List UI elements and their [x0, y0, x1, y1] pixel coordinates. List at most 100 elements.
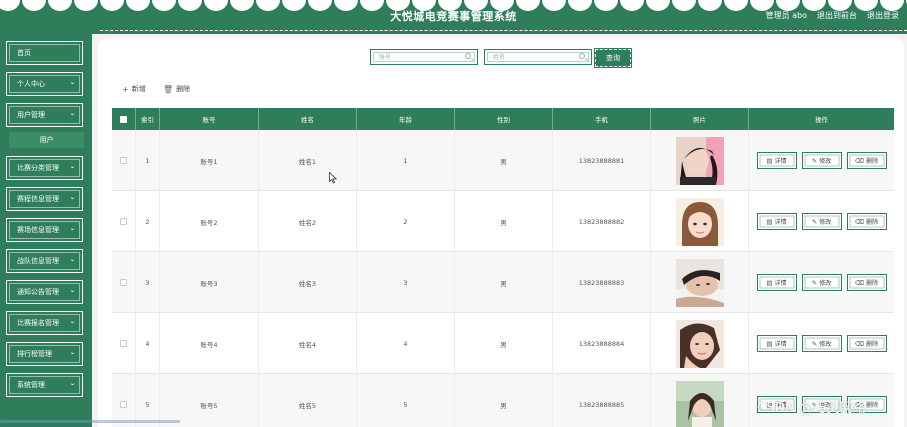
user-photo[interactable] — [675, 380, 724, 427]
delete-button[interactable]: ⌫ 删除 — [846, 152, 887, 169]
sidebar-subitem-users[interactable]: 用户 — [9, 132, 84, 148]
select-all-checkbox[interactable] — [120, 115, 127, 123]
user-photo[interactable] — [675, 136, 724, 185]
operation-cell: ▤ 详情 ✎ 修改 ⌫ 删除 — [749, 130, 894, 191]
name-search-input[interactable] — [493, 52, 573, 62]
trash-icon: ⌫ — [854, 217, 865, 226]
sidebar-item-notice[interactable]: 通知公告管理 ⌄ — [6, 280, 83, 304]
user-photo[interactable] — [675, 319, 724, 368]
sidebar-item-label: 比赛分类管理 — [17, 164, 59, 172]
header-user-area: 管理员 abo 退出到前台 退出登录 — [766, 10, 899, 21]
row-select-cell — [112, 130, 136, 191]
delete-button-label: 删除 — [866, 219, 879, 226]
row-checkbox[interactable] — [120, 157, 127, 164]
chevron-down-icon: ⌄ — [68, 163, 77, 170]
account-cell: 账号4 — [160, 313, 259, 374]
edit-button-label: 修改 — [819, 341, 832, 348]
name-cell: 姓名5 — [259, 374, 357, 427]
account-search-field[interactable] — [370, 49, 478, 65]
sidebar-item-schedule[interactable]: 赛程信息管理 ⌄ — [6, 187, 83, 211]
edit-button[interactable]: ✎ 修改 — [801, 213, 842, 230]
column-header-phone: 手机 — [553, 108, 651, 130]
batch-delete-button[interactable]: 🗑 删除 — [163, 84, 190, 94]
name-cell: 姓名3 — [259, 252, 357, 313]
horizontal-scrollbar[interactable] — [0, 420, 180, 423]
app-window: 大悦城电竞赛事管理系统 管理员 abo 退出到前台 退出登录 首页 个人中心 ⌄ … — [0, 0, 907, 427]
gender-cell: 男 — [455, 252, 553, 313]
operation-cell: ▤ 详情 ✎ 修改 ⌫ 删除 — [749, 252, 894, 313]
sidebar-item-user-management[interactable]: 用户管理 ⌄ — [6, 103, 83, 127]
table-row: 4 账号4 姓名4 4 男 13823888884 ▤ 详情 ✎ 修改 ⌫ 删除 — [112, 313, 894, 374]
detail-button[interactable]: ▤ 详情 — [756, 213, 797, 230]
table-header: 索引 账号 姓名 年龄 性别 手机 照片 操作 — [112, 108, 894, 130]
chevron-down-icon: ⌄ — [68, 79, 77, 86]
delete-button[interactable]: ⌫ 删除 — [846, 213, 887, 230]
main-panel: 查询 + 新增 🗑 删除 索引 账号 姓名 年龄 性别 手机 照片 操作 1 账号… — [98, 38, 904, 427]
age-cell: 1 — [357, 130, 455, 191]
delete-button-label: 删除 — [866, 280, 879, 287]
row-checkbox[interactable] — [120, 218, 127, 225]
detail-button-label: 详情 — [774, 280, 787, 287]
sidebar-item-system[interactable]: 系统管理 ⌄ — [6, 373, 83, 397]
edit-button[interactable]: ✎ 修改 — [801, 274, 842, 291]
row-checkbox[interactable] — [120, 279, 127, 286]
chevron-down-icon: ⌄ — [68, 287, 77, 294]
sidebar-item-team[interactable]: 战队信息管理 ⌄ — [6, 249, 83, 273]
sidebar-item-label: 赛程信息管理 — [17, 195, 59, 203]
table-row: 1 账号1 姓名1 1 男 13823888881 ▤ 详情 ✎ 修改 ⌫ 删除 — [112, 130, 894, 191]
chevron-down-icon: ⌄ — [68, 380, 77, 387]
detail-button[interactable]: ▤ 详情 — [756, 335, 797, 352]
top-header: 大悦城电竞赛事管理系统 管理员 abo 退出到前台 退出登录 — [0, 0, 907, 34]
photo-cell — [651, 313, 749, 374]
edit-button[interactable]: ✎ 修改 — [801, 152, 842, 169]
sidebar-item-registration[interactable]: 比赛报名管理 ⌄ — [6, 311, 83, 335]
chevron-down-icon: ⌄ — [68, 256, 77, 263]
add-button[interactable]: + 新增 — [122, 84, 146, 94]
delete-button[interactable]: ⌫ 删除 — [846, 335, 887, 352]
logout-link[interactable]: 退出登录 — [867, 10, 899, 21]
sidebar-item-match-category[interactable]: 比赛分类管理 ⌄ — [6, 156, 83, 180]
trash-icon: ⌫ — [854, 339, 865, 348]
phone-cell: 13823888884 — [553, 313, 651, 374]
phone-cell: 13823888883 — [553, 252, 651, 313]
name-search-field[interactable] — [484, 49, 592, 65]
sidebar-item-label: 系统管理 — [17, 381, 45, 389]
delete-button[interactable]: ⌫ 删除 — [846, 274, 887, 291]
row-checkbox[interactable] — [120, 401, 127, 408]
column-header-photo: 照片 — [651, 108, 749, 130]
edit-button[interactable]: ✎ 修改 — [801, 335, 842, 352]
row-checkbox[interactable] — [120, 340, 127, 347]
detail-button-label: 详情 — [774, 219, 787, 226]
edit-button-label: 修改 — [819, 219, 832, 226]
query-button[interactable]: 查询 — [594, 48, 632, 68]
delete-button-label: 删除 — [866, 402, 879, 409]
chevron-down-icon: ⌄ — [68, 318, 77, 325]
chevron-down-icon: ⌄ — [68, 349, 77, 356]
trash-icon: ⌫ — [854, 278, 865, 287]
age-cell: 2 — [357, 191, 455, 252]
user-photo[interactable] — [675, 258, 724, 307]
delete-button-label: 删除 — [866, 341, 879, 348]
age-cell: 5 — [357, 374, 455, 427]
detail-button-label: 详情 — [774, 158, 787, 165]
pencil-icon: ✎ — [811, 339, 818, 348]
column-header-account: 账号 — [160, 108, 259, 130]
chevron-down-icon: ⌄ — [68, 194, 77, 201]
sidebar-item-home[interactable]: 首页 — [6, 41, 83, 65]
detail-button[interactable]: ▤ 详情 — [756, 274, 797, 291]
detail-button[interactable]: ▤ 详情 — [756, 152, 797, 169]
sidebar-item-label: 排行榜管理 — [17, 350, 52, 358]
sidebar-item-personal-center[interactable]: 个人中心 ⌄ — [6, 72, 83, 96]
phone-cell: 13823888881 — [553, 130, 651, 191]
user-photo[interactable] — [675, 197, 724, 246]
account-search-input[interactable] — [379, 52, 459, 62]
select-all-cell[interactable] — [112, 108, 136, 130]
sidebar-item-venue[interactable]: 赛场信息管理 ⌄ — [6, 218, 83, 242]
back-to-frontend-link[interactable]: 退出到前台 — [817, 10, 857, 21]
sidebar-item-ranking[interactable]: 排行榜管理 ⌄ — [6, 342, 83, 366]
detail-button-label: 详情 — [774, 341, 787, 348]
gender-cell: 男 — [455, 191, 553, 252]
edit-button-label: 修改 — [819, 158, 832, 165]
document-icon: ▤ — [766, 217, 773, 226]
trash-icon: ⌫ — [854, 156, 865, 165]
